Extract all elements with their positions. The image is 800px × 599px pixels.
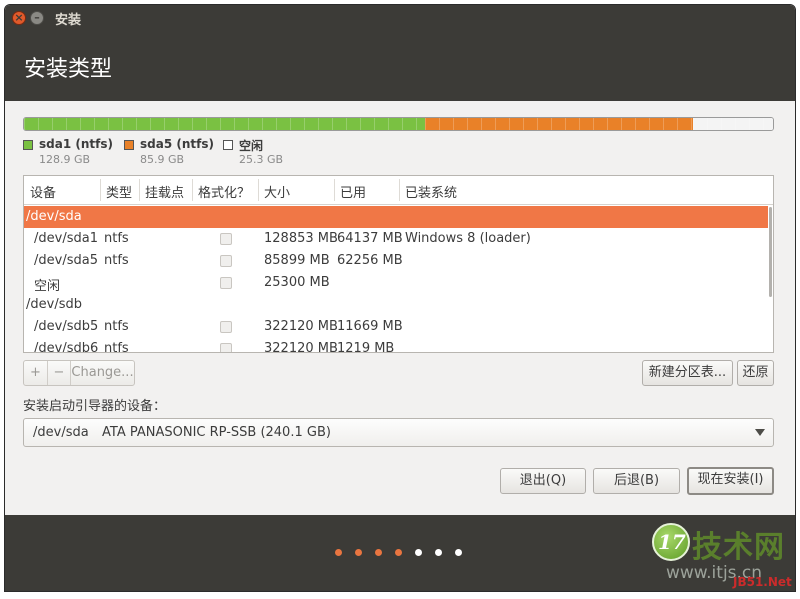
- column-divider: [139, 179, 140, 201]
- cell-used: 64137 MB: [337, 231, 403, 246]
- close-icon: ×: [14, 11, 24, 24]
- table-row[interactable]: /dev/sda5 ntfs 85899 MB 62256 MB: [24, 250, 770, 272]
- partition-segment-free: [692, 118, 773, 130]
- installer-window: × – 安装 安装类型 sda1 (ntfs) 128.9 GB sda5 (n…: [4, 4, 796, 592]
- progress-step-dot: [435, 549, 442, 556]
- cell-device: /dev/sdb: [26, 297, 82, 312]
- watermark-jb51: JB51.Net: [733, 575, 792, 589]
- column-header-system[interactable]: 已装系统: [405, 182, 457, 201]
- legend-label: sda1 (ntfs): [39, 137, 113, 151]
- format-checkbox[interactable]: [220, 321, 232, 333]
- cell-size: 25300 MB: [264, 275, 330, 290]
- remove-partition-button[interactable]: −: [48, 361, 70, 385]
- revert-button[interactable]: 还原: [737, 360, 774, 386]
- cell-device: /dev/sda5: [34, 253, 98, 268]
- cell-size: 322120 MB: [264, 341, 338, 353]
- change-partition-button[interactable]: Change...: [71, 361, 134, 385]
- bootloader-label: 安装启动引导器的设备：: [23, 399, 167, 414]
- column-header-size[interactable]: 大小: [264, 182, 290, 201]
- cell-used: 11669 MB: [337, 319, 403, 334]
- quit-button[interactable]: 退出(Q): [500, 468, 586, 494]
- bootloader-device-select[interactable]: /dev/sda ATA PANASONIC RP-SSB (240.1 GB): [23, 418, 774, 447]
- column-header-format[interactable]: 格式化？: [198, 182, 250, 201]
- legend-label: 空闲: [239, 139, 264, 153]
- legend-swatch: [23, 140, 33, 150]
- progress-step-dot: [455, 549, 462, 556]
- legend-swatch: [223, 140, 233, 150]
- column-divider: [100, 179, 101, 201]
- cell-type: ntfs: [104, 319, 129, 334]
- format-checkbox[interactable]: [220, 233, 232, 245]
- partition-table[interactable]: 设备 类型 挂载点 格式化？ 大小 已用 已装系统 /dev/sda /dev/…: [23, 175, 774, 353]
- minimize-button[interactable]: –: [30, 11, 44, 25]
- bootloader-device-description: ATA PANASONIC RP-SSB (240.1 GB): [102, 425, 331, 440]
- table-scrollbar[interactable]: [768, 205, 773, 352]
- table-row[interactable]: /dev/sda1 ntfs 128853 MB 64137 MB Window…: [24, 228, 770, 250]
- partition-segment-sda1: [24, 118, 426, 130]
- cell-device: 空闲: [34, 279, 61, 294]
- install-now-button[interactable]: 现在安装(I): [687, 467, 774, 495]
- legend-size: 128.9 GB: [39, 153, 91, 166]
- column-header-mount[interactable]: 挂载点: [145, 182, 184, 201]
- bootloader-device: /dev/sda: [33, 425, 89, 440]
- watermark-badge: 17: [658, 530, 686, 554]
- column-header-type[interactable]: 类型: [106, 182, 132, 201]
- cell-system: Windows 8 (loader): [405, 231, 531, 246]
- legend-label: sda5 (ntfs): [140, 137, 214, 151]
- format-checkbox[interactable]: [220, 277, 232, 289]
- partition-toolbar: + − Change...: [23, 360, 135, 386]
- progress-step-dot: [355, 549, 362, 556]
- format-checkbox[interactable]: [220, 255, 232, 267]
- close-button[interactable]: ×: [12, 11, 26, 25]
- minimize-icon: –: [34, 11, 40, 24]
- cell-type: ntfs: [104, 341, 129, 353]
- column-divider: [258, 179, 259, 201]
- cell-device: /dev/sdb5: [34, 319, 99, 334]
- scrollbar-thumb[interactable]: [769, 207, 772, 297]
- progress-step-dot: [415, 549, 422, 556]
- cell-device: /dev/sda: [26, 209, 82, 224]
- new-partition-table-button[interactable]: 新建分区表...: [642, 360, 733, 386]
- table-row[interactable]: /dev/sdb6 ntfs 322120 MB 1219 MB: [24, 338, 770, 353]
- cell-type: ntfs: [104, 253, 129, 268]
- dropdown-arrow-icon: [755, 429, 765, 436]
- cell-type: ntfs: [104, 231, 129, 246]
- table-header: 设备 类型 挂载点 格式化？ 大小 已用 已装系统: [24, 176, 773, 205]
- cell-size: 322120 MB: [264, 319, 338, 334]
- cell-device: /dev/sda1: [34, 231, 98, 246]
- cell-size: 128853 MB: [264, 231, 338, 246]
- legend-size: 85.9 GB: [140, 153, 185, 166]
- table-row[interactable]: 空闲 25300 MB: [24, 272, 770, 294]
- page-title: 安装类型: [24, 57, 113, 82]
- column-divider: [192, 179, 193, 201]
- partition-segment-sda5: [425, 118, 693, 130]
- table-row[interactable]: /dev/sdb: [24, 294, 770, 316]
- cell-used: 1219 MB: [337, 341, 395, 353]
- legend-swatch: [124, 140, 134, 150]
- table-row-dev-sda[interactable]: /dev/sda: [24, 206, 770, 228]
- format-checkbox[interactable]: [220, 343, 232, 352]
- column-divider: [334, 179, 335, 201]
- legend-size: 25.3 GB: [239, 153, 284, 166]
- progress-step-dot: [375, 549, 382, 556]
- partition-usage-bar: [23, 117, 774, 131]
- column-divider: [399, 179, 400, 201]
- cell-used: 62256 MB: [337, 253, 403, 268]
- progress-step-dot: [335, 549, 342, 556]
- add-partition-button[interactable]: +: [24, 361, 47, 385]
- table-row[interactable]: /dev/sdb5 ntfs 322120 MB 11669 MB: [24, 316, 770, 338]
- page-header: 安装类型: [5, 31, 795, 101]
- column-header-device[interactable]: 设备: [30, 182, 56, 201]
- column-header-used[interactable]: 已用: [340, 182, 366, 201]
- cell-device: /dev/sdb6: [34, 341, 99, 353]
- window-title: 安装: [55, 13, 82, 28]
- cell-size: 85899 MB: [264, 253, 330, 268]
- title-bar: × – 安装: [5, 5, 795, 31]
- watermark-brand: 技术网: [692, 530, 785, 565]
- back-button[interactable]: 后退(B): [593, 468, 680, 494]
- progress-step-dot: [395, 549, 402, 556]
